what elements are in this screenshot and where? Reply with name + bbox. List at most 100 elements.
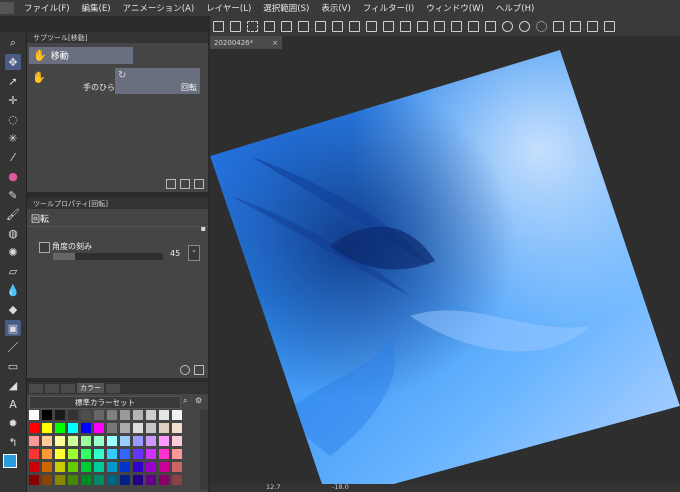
color-swatch[interactable] [146,436,156,446]
color-swatch[interactable] [68,462,78,472]
pen-icon[interactable] [366,20,377,32]
tab-color-set[interactable]: カラー [77,383,104,393]
color-swatch[interactable] [29,462,39,472]
menu-view[interactable]: 表示(V) [315,2,356,14]
color-swatch[interactable] [94,423,104,433]
fill-icon[interactable] [570,20,581,32]
color-swatch[interactable] [133,462,143,472]
menu-animation[interactable]: アニメーション(A) [117,2,201,14]
rotated-canvas[interactable] [210,36,680,492]
brush-tool-icon[interactable]: 🖌 [5,206,21,222]
eraser-tool-icon[interactable]: ▱ [5,263,21,279]
color-swatch[interactable] [55,475,65,485]
decoration-tool-icon[interactable]: ✺ [5,244,21,260]
color-swatch[interactable] [107,436,117,446]
color-swatch[interactable] [29,423,39,433]
color-swatch[interactable] [42,436,52,446]
color-swatch[interactable] [42,423,52,433]
export-icon[interactable] [451,20,462,32]
color-swatch[interactable] [81,449,91,459]
trash-icon[interactable] [194,179,204,189]
fit-icon[interactable] [332,20,343,32]
color-swatch[interactable] [107,410,117,420]
reset-icon[interactable] [180,365,190,375]
move-layer-icon[interactable]: ✛ [5,92,21,108]
color-swatch[interactable] [172,462,182,472]
color-swatch[interactable] [146,423,156,433]
frame-tool-icon[interactable]: ▭ [5,358,21,374]
color-swatch[interactable] [120,462,130,472]
color-swatch[interactable] [94,449,104,459]
magic-wand-icon[interactable]: ✳ [5,130,21,146]
crop-icon[interactable] [298,20,309,32]
tab-intermediate[interactable] [61,383,75,393]
color-swatch[interactable] [81,410,91,420]
color-swatch[interactable] [146,462,156,472]
color-swatch[interactable] [55,462,65,472]
menu-file[interactable]: ファイル(F) [18,2,76,14]
grid-icon[interactable] [247,20,258,32]
color-swatch[interactable] [42,449,52,459]
ruler-tool-icon[interactable]: ◢ [5,377,21,393]
settings-icon[interactable] [604,20,615,32]
create-copy-icon[interactable] [166,179,176,189]
zoom-readout[interactable]: 12.7 [266,483,280,491]
pencil-tool-icon[interactable]: ✎ [5,187,21,203]
color-swatch[interactable] [159,423,169,433]
color-swatch[interactable] [146,449,156,459]
open-icon[interactable] [230,20,241,32]
color-swatch[interactable] [94,436,104,446]
color-swatch[interactable] [94,475,104,485]
color-swatch[interactable] [146,410,156,420]
color-swatch[interactable] [107,449,117,459]
tab-color-slider[interactable] [45,383,59,393]
menu-filter[interactable]: フィルター(I) [357,2,420,14]
color-set-select[interactable]: 標準カラーセット [29,396,181,409]
redo-icon[interactable] [519,20,530,32]
main-color-swatch[interactable] [3,454,17,468]
color-swatch[interactable] [55,410,65,420]
lasso-tool-icon[interactable]: ◌ [5,111,21,127]
angle-step-slider[interactable] [53,253,163,260]
undo-icon[interactable] [502,20,513,32]
settings-icon[interactable]: ⚙ [195,396,202,405]
color-swatch[interactable] [42,462,52,472]
menu-help[interactable]: ヘルプ(H) [490,2,541,14]
color-swatch[interactable] [120,436,130,446]
color-swatch[interactable] [133,423,143,433]
color-swatch[interactable] [55,423,65,433]
color-swatch[interactable] [172,423,182,433]
gradient-tool-icon[interactable]: ▣ [5,320,21,336]
select-icon[interactable] [281,20,292,32]
zoom-icon[interactable] [315,20,326,32]
color-swatch[interactable] [42,475,52,485]
color-swatch[interactable] [29,475,39,485]
eyedropper-icon[interactable]: ⁄ [5,149,21,165]
color-swatch[interactable] [55,449,65,459]
flip-icon[interactable] [349,20,360,32]
print-icon[interactable] [468,20,479,32]
color-swatch[interactable] [68,475,78,485]
color-swatch[interactable] [120,449,130,459]
snap-icon[interactable] [417,20,428,32]
color-swatch[interactable] [94,462,104,472]
color-swatch[interactable] [81,462,91,472]
cut-icon[interactable] [553,20,564,32]
menu-selection[interactable]: 選択範囲(S) [257,2,315,14]
color-swatch[interactable] [133,449,143,459]
save-icon[interactable] [485,20,496,32]
color-swatch[interactable] [107,475,117,485]
layer-icon[interactable] [434,20,445,32]
wrench-icon[interactable] [194,365,204,375]
canvas-area[interactable]: 20200426* × 12.7 -18.0 [210,36,680,492]
zoom-tool-icon[interactable]: ⌕ [5,35,21,51]
lock-icon[interactable]: ▪ [201,224,206,233]
color-swatch[interactable] [68,423,78,433]
correct-line-icon[interactable]: ↰ [5,434,21,450]
color-swatch[interactable] [172,475,182,485]
pen-tool-icon[interactable]: ● [5,168,21,184]
color-swatch[interactable] [133,436,143,446]
color-swatch[interactable] [172,410,182,420]
subtool-group-move[interactable]: ✋ 移動 [29,47,133,64]
color-swatch[interactable] [29,436,39,446]
